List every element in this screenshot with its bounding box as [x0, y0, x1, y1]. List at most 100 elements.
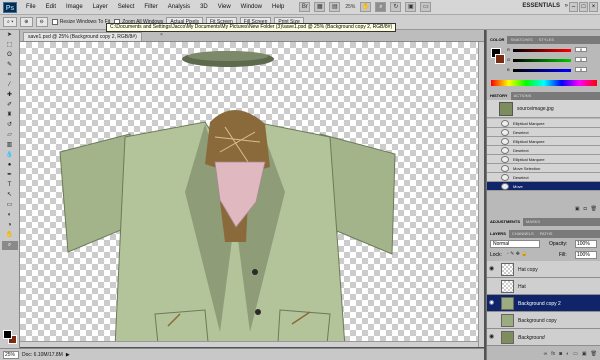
- new-group-icon[interactable]: ▭: [573, 351, 578, 357]
- tab-masks[interactable]: MASKS: [523, 218, 543, 226]
- new-snapshot-icon[interactable]: ◘: [584, 206, 587, 212]
- lasso-tool-icon[interactable]: ʘ: [2, 51, 18, 60]
- history-snapshot[interactable]: sourceimage.jpg: [487, 100, 600, 118]
- maximize-button[interactable]: □: [579, 2, 588, 12]
- new-document-from-state-icon[interactable]: ▣: [575, 206, 580, 212]
- menu-select[interactable]: Select: [113, 0, 140, 15]
- adjustment-layer-icon[interactable]: ◐: [566, 351, 569, 357]
- history-item[interactable]: Move Selection: [487, 164, 600, 173]
- guides-icon[interactable]: ▤: [329, 2, 341, 12]
- blend-mode-select[interactable]: Normal: [490, 240, 540, 248]
- history-brush-icon[interactable]: ↺: [2, 121, 18, 130]
- history-item[interactable]: Elliptical Marquee: [487, 119, 600, 128]
- red-value-field[interactable]: 0: [575, 47, 587, 52]
- trash-icon[interactable]: 🗑: [591, 351, 597, 357]
- layer-style-icon[interactable]: fx: [551, 351, 555, 357]
- blue-slider[interactable]: B 0: [507, 67, 597, 73]
- layer-row[interactable]: ◉ Hat copy: [487, 261, 600, 278]
- move-tool-icon[interactable]: ➤: [2, 31, 18, 40]
- tab-paths[interactable]: PATHS: [537, 230, 556, 238]
- zoom-tool-icon[interactable]: ⌕: [375, 2, 387, 12]
- tool-preset-picker[interactable]: ⌕ ▾: [3, 17, 18, 27]
- fill-field[interactable]: 100%: [575, 251, 597, 259]
- horizontal-scrollbar[interactable]: [20, 341, 478, 347]
- history-item[interactable]: Deselect: [487, 128, 600, 137]
- menu-view[interactable]: View: [213, 0, 236, 15]
- tab-styles[interactable]: STYLES: [536, 36, 557, 44]
- tab-layers[interactable]: LAYERS: [487, 230, 509, 238]
- history-item[interactable]: Deselect: [487, 146, 600, 155]
- layer-row[interactable]: Hat: [487, 278, 600, 295]
- close-document-icon[interactable]: ×: [160, 32, 163, 38]
- clone-stamp-icon[interactable]: ♜: [2, 111, 18, 120]
- visibility-eye-icon[interactable]: ◉: [489, 300, 497, 307]
- hand-tool-icon[interactable]: ✋: [2, 231, 18, 240]
- layer-row[interactable]: Background copy: [487, 312, 600, 329]
- type-tool-icon[interactable]: T: [2, 181, 18, 190]
- tab-actions[interactable]: ACTIONS: [511, 92, 535, 100]
- lock-options-icons[interactable]: ▫ ✎ ✥ 🔒: [507, 251, 528, 257]
- status-menu-arrow[interactable]: ▶: [66, 352, 70, 358]
- 3d-rotate-icon[interactable]: ◐: [2, 211, 18, 220]
- menu-help[interactable]: Help: [267, 0, 289, 15]
- history-item[interactable]: Elliptical Marquee: [487, 155, 600, 164]
- tab-adjustments[interactable]: ADJUSTMENTS: [487, 218, 524, 226]
- green-slider[interactable]: G 0: [507, 57, 597, 63]
- green-value-field[interactable]: 0: [575, 57, 587, 62]
- hand-tool-icon[interactable]: ✋: [360, 2, 372, 12]
- healing-brush-icon[interactable]: ✚: [2, 91, 18, 100]
- foreground-color-swatch[interactable]: [3, 330, 12, 339]
- menu-image[interactable]: Image: [61, 0, 88, 15]
- opacity-field[interactable]: 100%: [575, 240, 597, 248]
- path-select-icon[interactable]: ↖: [2, 191, 18, 200]
- menu-analysis[interactable]: Analysis: [163, 0, 195, 15]
- close-button[interactable]: ×: [589, 2, 598, 12]
- minimize-button[interactable]: –: [569, 2, 578, 12]
- rotate-view-icon[interactable]: ↻: [390, 2, 402, 12]
- eyedropper-tool-icon[interactable]: ⁄: [2, 81, 18, 90]
- document-canvas[interactable]: [20, 42, 484, 347]
- menu-layer[interactable]: Layer: [88, 0, 113, 15]
- document-tab[interactable]: save1.psd @ 25% (Background copy 2, RGB/…: [23, 32, 142, 41]
- visibility-eye-icon[interactable]: ◉: [489, 266, 497, 273]
- brush-tool-icon[interactable]: ✐: [2, 101, 18, 110]
- zoom-in-icon[interactable]: ⊕: [20, 17, 33, 27]
- tab-color[interactable]: COLOR: [487, 36, 508, 44]
- marquee-tool-icon[interactable]: ⬚: [2, 41, 18, 50]
- zoom-tool-icon[interactable]: ⌕: [1, 241, 18, 250]
- tab-history[interactable]: HISTORY: [487, 92, 511, 100]
- zoom-level-readout[interactable]: 25%: [345, 4, 355, 10]
- visibility-eye-icon-hidden[interactable]: [489, 283, 497, 290]
- tab-swatches[interactable]: SWATCHES: [507, 36, 535, 44]
- new-layer-icon[interactable]: ▣: [582, 351, 587, 357]
- layer-row[interactable]: ◉ Background: [487, 329, 600, 346]
- menu-edit[interactable]: Edit: [41, 0, 61, 15]
- zoom-out-icon[interactable]: ⊖: [35, 17, 48, 27]
- red-slider[interactable]: R 0: [507, 47, 597, 53]
- mini-bridge-icon[interactable]: ▦: [314, 2, 326, 12]
- visibility-eye-icon-hidden[interactable]: [489, 317, 497, 324]
- menu-3d[interactable]: 3D: [195, 0, 213, 15]
- blur-tool-icon[interactable]: 💧: [2, 151, 18, 160]
- menu-window[interactable]: Window: [236, 0, 267, 15]
- tab-channels[interactable]: CHANNELS: [509, 230, 537, 238]
- 3d-camera-icon[interactable]: ◑: [2, 221, 18, 230]
- shape-tool-icon[interactable]: ▭: [2, 201, 18, 210]
- history-item[interactable]: Deselect: [487, 173, 600, 182]
- add-mask-icon[interactable]: ◙: [559, 351, 562, 357]
- dodge-tool-icon[interactable]: ●: [2, 161, 18, 170]
- panel-background-swatch[interactable]: [495, 54, 505, 64]
- quick-select-tool-icon[interactable]: ✎: [2, 61, 18, 70]
- blue-value-field[interactable]: 0: [575, 67, 587, 72]
- color-swatches[interactable]: [3, 330, 17, 344]
- menu-filter[interactable]: Filter: [139, 0, 162, 15]
- visibility-eye-icon[interactable]: ◉: [489, 334, 497, 341]
- vertical-scrollbar[interactable]: [478, 42, 484, 347]
- screen-mode-icon[interactable]: ▭: [420, 2, 432, 12]
- layer-row-selected[interactable]: ◉ Background copy 2: [487, 295, 600, 312]
- gradient-tool-icon[interactable]: ▥: [2, 141, 18, 150]
- menu-file[interactable]: File: [21, 0, 41, 15]
- arrange-documents-icon[interactable]: ▣: [405, 2, 417, 12]
- history-item-selected[interactable]: Move: [487, 182, 600, 191]
- history-item[interactable]: Elliptical Marquee: [487, 137, 600, 146]
